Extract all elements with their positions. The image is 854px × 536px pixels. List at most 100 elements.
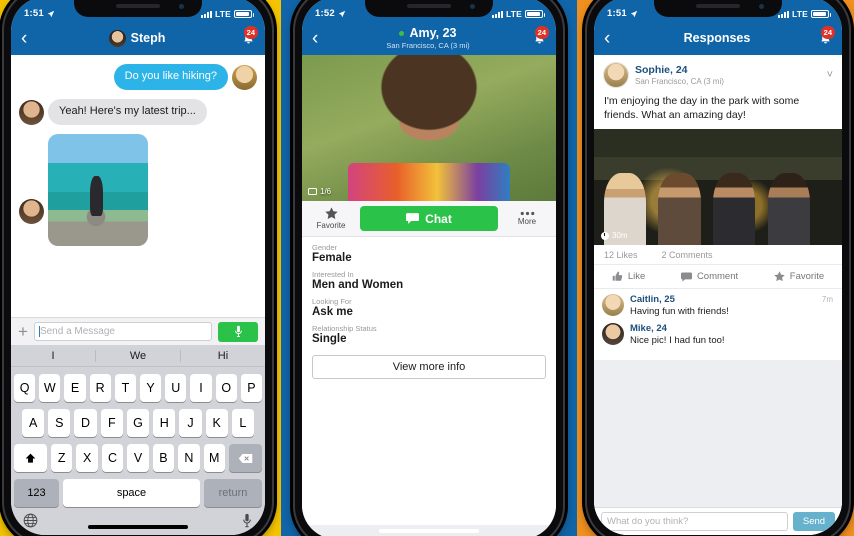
status-time: 1:51 <box>24 8 44 19</box>
like-button[interactable]: Like <box>612 271 645 282</box>
numbers-key[interactable]: 123 <box>14 479 59 507</box>
key-o[interactable]: O <box>215 374 237 402</box>
camera-icon <box>308 188 317 195</box>
message-input[interactable]: Send a Message <box>33 322 212 341</box>
notifications-button[interactable]: 24 <box>810 26 835 45</box>
nav-bar-profile: ‹ Amy, 23 San Francisco, CA (3 mi) 24 <box>302 21 556 55</box>
message-bubble[interactable]: Yeah! Here's my latest trip... <box>48 98 207 125</box>
chevron-down-icon[interactable]: ˅ <box>827 69 833 81</box>
profile-info-list: Gender Female Interested In Men and Wome… <box>302 237 556 351</box>
key-w[interactable]: W <box>39 374 61 402</box>
post-author-name[interactable]: Sophie, 24 <box>635 64 724 76</box>
key-s[interactable]: S <box>48 409 71 437</box>
suggestion-2[interactable]: Hi <box>180 349 265 362</box>
message-bubble[interactable]: Do you like hiking? <box>113 64 228 90</box>
notification-badge: 24 <box>243 26 258 39</box>
status-left: 1:51 <box>24 8 55 19</box>
post-author-location: San Francisco, CA (3 mi) <box>635 77 724 86</box>
notification-badge: 24 <box>534 26 549 39</box>
home-indicator[interactable] <box>88 525 188 529</box>
chat-button[interactable]: Chat <box>360 206 498 231</box>
key-g[interactable]: G <box>126 409 150 437</box>
notifications-button[interactable]: 24 <box>524 26 549 45</box>
suggestion-0[interactable]: I <box>11 350 95 362</box>
comment-author[interactable]: Mike, 24 <box>630 323 725 334</box>
key-l[interactable]: L <box>231 409 254 437</box>
star-icon <box>324 207 338 220</box>
phone-screen-2: 1:52 LTE ‹ Amy, 23 San Francisco, CA (3 … <box>302 0 556 536</box>
key-v[interactable]: V <box>127 444 149 472</box>
back-button[interactable]: ‹ <box>312 29 332 48</box>
key-k[interactable]: K <box>205 409 228 437</box>
notch <box>365 0 493 17</box>
space-key[interactable]: space <box>63 479 200 507</box>
key-j[interactable]: J <box>179 409 202 437</box>
globe-icon[interactable] <box>23 513 38 528</box>
comment-body: Caitlin, 25 Having fun with friends! <box>630 294 729 317</box>
favorite-button[interactable]: Favorite <box>310 207 352 230</box>
comments-count[interactable]: 2 Comments <box>662 250 713 260</box>
notifications-button[interactable]: 24 <box>233 26 258 45</box>
avatar[interactable] <box>602 323 624 346</box>
key-c[interactable]: C <box>101 444 124 472</box>
key-e[interactable]: E <box>64 374 86 402</box>
person-4 <box>767 173 810 246</box>
key-d[interactable]: D <box>74 409 97 437</box>
message-row-outgoing: Do you like hiking? <box>19 64 257 90</box>
add-attachment-button[interactable]: + <box>18 323 28 340</box>
key-f[interactable]: F <box>100 409 123 437</box>
page-title: Steph <box>130 31 166 45</box>
key-i[interactable]: I <box>190 374 212 402</box>
key-q[interactable]: Q <box>13 374 36 402</box>
signal-bars-icon <box>777 10 789 18</box>
profile-photo[interactable]: 1/6 <box>302 55 556 201</box>
backspace-key[interactable] <box>228 444 262 472</box>
view-more-info-button[interactable]: View more info <box>312 355 546 379</box>
key-y[interactable]: Y <box>140 374 162 402</box>
avatar[interactable] <box>602 294 624 317</box>
back-button[interactable]: ‹ <box>604 29 624 48</box>
key-p[interactable]: P <box>240 374 263 402</box>
key-r[interactable]: R <box>89 374 111 402</box>
message-photo[interactable] <box>48 133 148 246</box>
favorite-button[interactable]: Favorite <box>774 271 824 282</box>
shift-key[interactable] <box>14 444 48 472</box>
info-label: Looking For <box>312 297 352 306</box>
comment-button[interactable]: Comment <box>680 271 738 282</box>
favorite-label: Favorite <box>789 271 825 283</box>
more-button[interactable]: More <box>506 211 548 226</box>
info-item-relationship-status: Relationship Status Single <box>312 324 546 345</box>
return-key[interactable]: return <box>204 479 262 507</box>
home-indicator[interactable] <box>668 525 768 529</box>
key-x[interactable]: X <box>76 444 98 472</box>
back-button[interactable]: ‹ <box>21 29 41 48</box>
comment-author[interactable]: Caitlin, 25 <box>630 294 729 305</box>
key-z[interactable]: Z <box>51 444 73 472</box>
comment-text: Having fun with friends! <box>630 306 729 318</box>
info-value: Men and Women <box>312 279 404 291</box>
photo-counter-label: 1/6 <box>320 187 332 196</box>
post-image[interactable]: 30m <box>594 129 842 246</box>
send-button[interactable]: Send <box>793 512 835 531</box>
key-n[interactable]: N <box>178 444 200 472</box>
photo-subject <box>90 176 103 217</box>
key-h[interactable]: H <box>153 409 176 437</box>
info-value: Single <box>312 333 347 345</box>
suggestion-1[interactable]: We <box>95 349 180 362</box>
keyboard-row-1: Q W E R T Y U I O P <box>11 374 265 402</box>
info-value: Female <box>312 252 352 264</box>
avatar[interactable] <box>603 62 629 88</box>
profile-action-bar: Favorite Chat More <box>302 201 556 237</box>
post-header: Sophie, 24 San Francisco, CA (3 mi) ˅ I'… <box>594 55 842 130</box>
star-icon <box>774 271 785 282</box>
info-label: Interested In <box>312 270 354 279</box>
key-m[interactable]: M <box>203 444 225 472</box>
voice-message-button[interactable] <box>218 321 258 342</box>
carrier-label: LTE <box>791 9 808 19</box>
key-b[interactable]: B <box>152 444 175 472</box>
key-t[interactable]: T <box>114 374 136 402</box>
key-a[interactable]: A <box>22 409 45 437</box>
key-u[interactable]: U <box>165 374 187 402</box>
home-indicator[interactable] <box>379 529 479 533</box>
dictation-microphone-icon[interactable] <box>241 513 253 528</box>
